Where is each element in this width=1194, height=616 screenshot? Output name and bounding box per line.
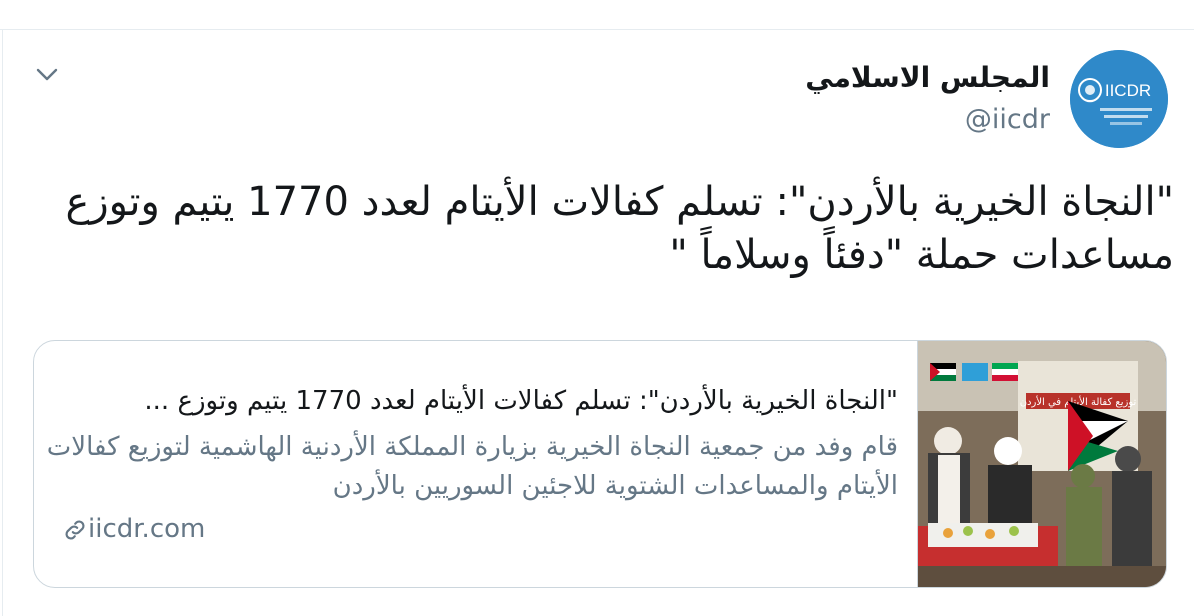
card-image[interactable]: توزيع كفالة الأيتام في الأردن bbox=[917, 341, 1166, 587]
tweet-text: "النجاة الخيرية بالأردن": تسلم كفالات ال… bbox=[65, 179, 1175, 278]
left-divider bbox=[2, 30, 3, 616]
top-divider bbox=[0, 29, 1194, 30]
card-title[interactable]: "النجاة الخيرية بالأردن": تسلم كفالات ال… bbox=[34, 383, 898, 419]
link-card[interactable]: توزيع كفالة الأيتام في الأردن "النجاة ال… bbox=[33, 340, 1167, 588]
link-icon bbox=[65, 519, 85, 540]
card-body[interactable]: "النجاة الخيرية بالأردن": تسلم كفالات ال… bbox=[34, 341, 898, 587]
avatar-logo-text: IICDR bbox=[1105, 81, 1151, 100]
card-domain-text[interactable]: iicdr.com bbox=[88, 514, 205, 544]
chevron-down-icon[interactable] bbox=[33, 60, 61, 88]
author-handle[interactable]: @iicdr bbox=[805, 100, 1050, 140]
card-domain[interactable]: iicdr.com bbox=[62, 511, 205, 547]
tweet-author[interactable]: المجلس الاسلامي @iicdr bbox=[805, 58, 1050, 140]
avatar[interactable]: IICDR bbox=[1070, 50, 1168, 148]
card-description: قام وفد من جمعية النجاة الخيرية بزيارة ا… bbox=[46, 432, 898, 501]
author-display-name[interactable]: المجلس الاسلامي bbox=[805, 58, 1050, 98]
